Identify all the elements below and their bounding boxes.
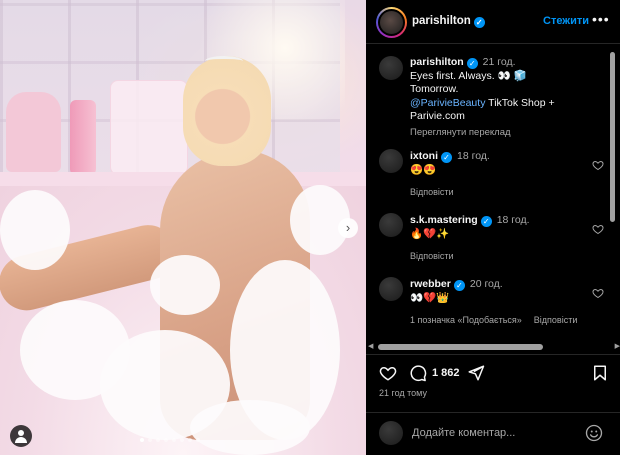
post-actions: 1 862 [366, 360, 620, 386]
heart-icon[interactable] [592, 159, 604, 171]
carousel-indicators [140, 438, 200, 442]
comment-text: 👀💔👑 [410, 292, 450, 304]
reply-button[interactable]: Відповісти [410, 251, 454, 261]
comments-scroll-area[interactable]: parishilton ✓ 21 год. Eyes first. Always. … [366, 45, 620, 340]
reply-button[interactable]: Відповісти [534, 315, 578, 325]
add-comment-input[interactable] [412, 425, 572, 441]
caption-text-line: TikTok Shop + [485, 96, 555, 109]
caption-text-line: Tomorrow. [410, 83, 459, 95]
comment-username[interactable]: rwebber [410, 278, 451, 290]
comment-likes[interactable]: 1 позначка «Подобається» [410, 315, 522, 325]
avatar[interactable] [379, 56, 403, 80]
username-text[interactable]: parishilton [412, 15, 471, 27]
see-translation-button[interactable]: Переглянути переклад [410, 126, 604, 140]
avatar[interactable] [379, 149, 403, 173]
post-caption: parishilton ✓ 21 год. Eyes first. Always. … [379, 56, 604, 139]
avatar [379, 421, 403, 445]
like-heart-icon[interactable] [379, 364, 397, 382]
carousel-dot [140, 438, 144, 442]
carousel-dot [156, 438, 160, 442]
carousel-dot [196, 438, 200, 442]
foam-bubble [150, 255, 220, 315]
post-side-panel: parishilton ✓ Стежити ••• parishilton ✓ 21 … [366, 0, 620, 455]
post-image[interactable]: › [0, 0, 366, 455]
verified-badge-icon: ✓ [441, 152, 452, 163]
follow-button[interactable]: Стежити [543, 15, 589, 27]
caption-username[interactable]: parishilton [410, 56, 464, 68]
bookmark-icon[interactable] [591, 364, 609, 382]
comment-username[interactable]: s.k.mastering [410, 214, 478, 226]
verified-badge-icon: ✓ [480, 216, 492, 227]
foam-bubble [0, 190, 70, 270]
comment-count[interactable]: 1 862 [432, 367, 460, 379]
share-send-icon[interactable] [467, 364, 485, 382]
verified-badge-icon: ✓ [466, 58, 478, 69]
horizontal-scrollbar[interactable]: ◀ ▶ [368, 343, 620, 350]
photo-bottle [70, 100, 96, 175]
comment-time[interactable]: 18 год. [457, 150, 490, 162]
ellipsis-icon[interactable]: ••• [592, 11, 610, 27]
comment-item: s.k.mastering ✓ 18 год. 🔥💔✨ Відповісти [379, 213, 604, 263]
caption-text-line: Parivie.com [410, 110, 465, 122]
comment-bubble-icon[interactable] [409, 364, 427, 382]
scrollbar-thumb[interactable] [378, 344, 543, 350]
photo-bag [110, 80, 188, 175]
avatar[interactable] [379, 277, 403, 301]
heart-icon[interactable] [592, 287, 604, 299]
story-ring[interactable] [376, 7, 407, 38]
divider [366, 412, 620, 413]
next-image-button[interactable]: › [338, 218, 358, 238]
post-timestamp[interactable]: 21 год тому [379, 388, 427, 398]
tagged-users-button[interactable] [10, 425, 32, 447]
comment-text: 🔥💔✨ [410, 228, 450, 240]
add-comment-bar [366, 420, 620, 448]
comment-username[interactable]: ixtoni [410, 150, 438, 162]
scroll-left-icon[interactable]: ◀ [368, 342, 373, 350]
comment-text: 😍😍 [410, 164, 437, 176]
comment-time[interactable]: 20 год. [470, 278, 503, 290]
divider [366, 354, 620, 355]
reply-button[interactable]: Відповісти [410, 187, 454, 197]
carousel-dot [180, 438, 184, 442]
photo-figure-head [183, 56, 271, 166]
carousel-dot [148, 438, 152, 442]
photo-tiara [205, 56, 243, 66]
post-header: parishilton ✓ Стежити ••• [366, 0, 620, 44]
emoji-smile-icon[interactable] [585, 424, 603, 442]
photo-toy [6, 92, 61, 172]
avatar[interactable] [378, 9, 405, 36]
foam-bubble [20, 300, 130, 400]
avatar[interactable] [379, 213, 403, 237]
caption-text-line: Eyes first. Always. 👀 🧊 [410, 69, 527, 82]
header-username[interactable]: parishilton ✓ [412, 15, 485, 28]
caption-mention-link[interactable]: @ParivieBeauty [410, 97, 485, 109]
comment-time[interactable]: 18 год. [497, 214, 530, 226]
carousel-dot [172, 438, 176, 442]
carousel-dot [188, 438, 192, 442]
carousel-dot [164, 438, 168, 442]
caption-time[interactable]: 21 год. [483, 56, 516, 68]
comment-item: rwebber ✓ 20 год. 👀💔👑 1 позначка «Подобаєт… [379, 277, 604, 327]
comment-item: ixtoni ✓ 18 год. 😍😍 Відповісти [379, 149, 604, 199]
scroll-right-icon[interactable]: ▶ [615, 342, 620, 350]
foam-bubble [190, 400, 310, 455]
verified-badge-icon: ✓ [453, 280, 465, 291]
vertical-scrollbar[interactable] [610, 52, 615, 222]
verified-badge-icon: ✓ [473, 17, 485, 28]
heart-icon[interactable] [592, 223, 604, 235]
